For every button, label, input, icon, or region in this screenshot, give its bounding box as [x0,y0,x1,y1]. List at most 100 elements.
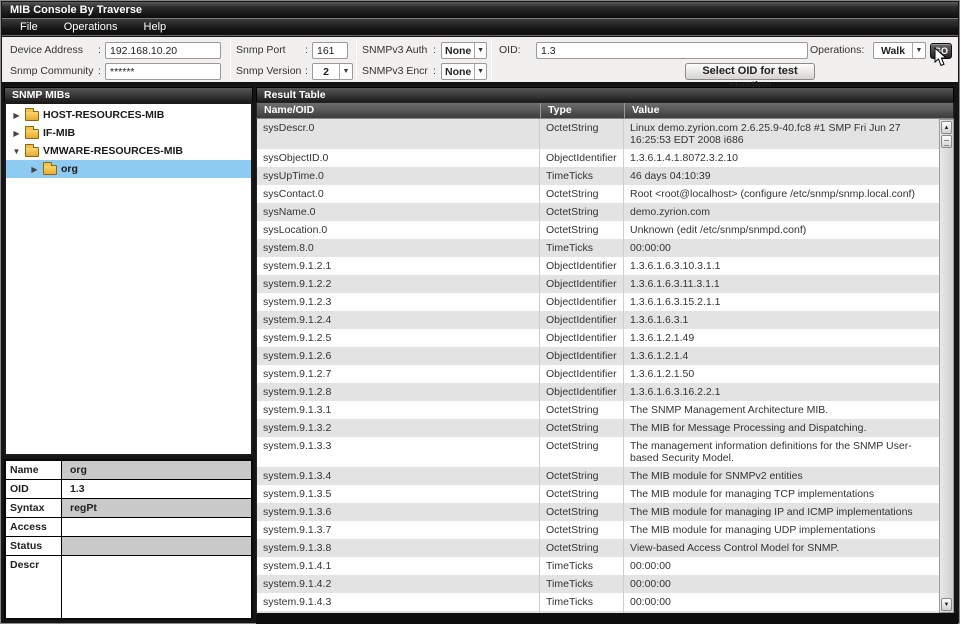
table-row[interactable]: system.9.1.2.8 ObjectIdentifier 1.3.6.1.… [257,383,939,401]
table-row[interactable]: sysUpTime.0 TimeTicks 46 days 04:10:39 [257,167,939,185]
column-value[interactable]: Value [625,103,953,118]
cell-name-oid: system.9.1.3.3 [257,437,540,467]
table-row[interactable]: sysName.0 OctetString demo.zyrion.com [257,203,939,221]
table-row[interactable]: system.9.1.3.7 OctetString The MIB modul… [257,521,939,539]
table-row[interactable]: sysDescr.0 OctetString Linux demo.zyrion… [257,119,939,149]
cell-type: ObjectIdentifier [540,347,624,365]
select-oid-button[interactable]: Select OID for test creation [685,63,815,80]
table-row[interactable]: system.9.1.3.6 OctetString The MIB modul… [257,503,939,521]
go-button[interactable]: GO [930,43,952,59]
scroll-up-button[interactable]: ▲ [941,121,952,134]
cell-type: ObjectIdentifier [540,275,624,293]
cell-value: 1.3.6.1.6.3.15.2.1.1 [624,293,939,311]
tree-item-label: IF-MIB [43,127,75,139]
table-row[interactable]: system.9.1.4.3 TimeTicks 00:00:00 [257,593,939,611]
table-row[interactable]: system.9.1.4.1 TimeTicks 00:00:00 [257,557,939,575]
title-bar: MIB Console By Traverse [2,2,958,18]
table-row[interactable]: system.9.1.2.7 ObjectIdentifier 1.3.6.1.… [257,365,939,383]
property-value [62,518,251,536]
snmp-community-input[interactable] [105,63,221,80]
folder-icon [25,111,39,121]
operations-value: Walk [874,45,912,57]
cell-name-oid: system.9.1.2.5 [257,329,540,347]
cell-type: OctetString [540,437,624,467]
operations-label: Operations: [810,42,864,59]
property-value: regPt [62,499,251,517]
menu-help[interactable]: Help [144,21,167,33]
expand-arrow-icon[interactable]: ▶ [12,129,21,138]
scrollbar-thumb[interactable] [941,135,952,148]
cell-name-oid: system.9.1.3.5 [257,485,540,503]
cell-type: OctetString [540,503,624,521]
cell-value: 00:00:00 [624,239,939,257]
cell-type: OctetString [540,221,624,239]
column-type[interactable]: Type [541,103,625,118]
expand-arrow-icon[interactable]: ▶ [30,165,39,174]
column-name-oid[interactable]: Name/OID [257,103,541,118]
cell-value: demo.zyrion.com [624,203,939,221]
tree-item[interactable]: ▼ VMWARE-RESOURCES-MIB [6,142,251,160]
tree-item-label: VMWARE-RESOURCES-MIB [43,145,183,157]
property-value: org [62,461,251,479]
cell-value: 46 days 04:10:39 [624,167,939,185]
scroll-down-button[interactable]: ▼ [941,598,952,611]
connection-form: Device Address : Snmp Community : Snmp P… [2,37,958,85]
cell-name-oid: system.9.1.3.6 [257,503,540,521]
snmpv3-encr-select[interactable]: None ▼ [441,63,487,80]
table-row[interactable]: system.8.0 TimeTicks 00:00:00 [257,239,939,257]
table-row[interactable]: system.9.1.3.2 OctetString The MIB for M… [257,419,939,437]
colon: : [98,42,101,59]
cell-name-oid: system.9.1.3.1 [257,401,540,419]
tree-item[interactable]: ▶ HOST-RESOURCES-MIB [6,106,251,124]
tree-item-label: HOST-RESOURCES-MIB [43,109,164,121]
colon: : [433,63,436,80]
tree-item[interactable]: ▶ org [6,160,251,178]
cell-value: 1.3.6.1.2.1.49 [624,329,939,347]
table-row[interactable]: system.9.1.2.6 ObjectIdentifier 1.3.6.1.… [257,347,939,365]
cell-type: ObjectIdentifier [540,383,624,401]
cell-value: View-based Access Control Model for SNMP… [624,539,939,557]
table-row[interactable]: system.9.1.2.2 ObjectIdentifier 1.3.6.1.… [257,275,939,293]
table-row[interactable]: sysObjectID.0 ObjectIdentifier 1.3.6.1.4… [257,149,939,167]
cell-name-oid: sysObjectID.0 [257,149,540,167]
snmpv3-auth-select[interactable]: None ▼ [441,42,487,59]
device-address-input[interactable] [105,42,221,59]
vertical-scrollbar[interactable]: ▲ ▼ [939,119,954,613]
operations-select[interactable]: Walk ▼ [873,42,926,59]
table-row[interactable]: system.9.1.3.3 OctetString The managemen… [257,437,939,467]
cell-type: ObjectIdentifier [540,149,624,167]
table-row[interactable]: system.9.1.2.5 ObjectIdentifier 1.3.6.1.… [257,329,939,347]
snmp-community-label: Snmp Community [10,63,93,80]
snmp-version-select[interactable]: 2 ▼ [312,63,353,80]
cell-type: OctetString [540,401,624,419]
menu-file[interactable]: File [20,21,38,33]
table-row[interactable]: sysContact.0 OctetString Root <root@loca… [257,185,939,203]
cell-name-oid: system.9.1.2.7 [257,365,540,383]
table-row[interactable]: system.9.1.4.2 TimeTicks 00:00:00 [257,575,939,593]
expand-arrow-icon[interactable]: ▶ [12,111,21,120]
cell-type: TimeTicks [540,575,624,593]
oid-input[interactable] [536,42,808,59]
table-row[interactable]: system.9.1.3.8 OctetString View-based Ac… [257,539,939,557]
result-table-column-header: Name/OID Type Value [256,102,954,119]
chevron-down-icon: ▼ [474,64,486,79]
table-row[interactable]: system.9.1.2.3 ObjectIdentifier 1.3.6.1.… [257,293,939,311]
table-row[interactable]: system.9.1.3.1 OctetString The SNMP Mana… [257,401,939,419]
table-row[interactable]: system.9.1.3.5 OctetString The MIB modul… [257,485,939,503]
menu-operations[interactable]: Operations [64,21,118,33]
properties-panel: Name org OID 1.3 Syntax regPt Access Sta… [4,459,253,620]
snmp-port-input[interactable] [312,42,348,59]
cell-value: The MIB for Message Processing and Dispa… [624,419,939,437]
cell-type: OctetString [540,185,624,203]
table-row[interactable]: sysLocation.0 OctetString Unknown (edit … [257,221,939,239]
tree-item[interactable]: ▶ IF-MIB [6,124,251,142]
cell-value: 1.3.6.1.2.1.50 [624,365,939,383]
table-row[interactable]: system.9.1.3.4 OctetString The MIB modul… [257,467,939,485]
expand-arrow-icon[interactable]: ▼ [12,147,21,156]
table-row[interactable]: system.9.1.2.1 ObjectIdentifier 1.3.6.1.… [257,257,939,275]
table-row[interactable]: system.9.1.2.4 ObjectIdentifier 1.3.6.1.… [257,311,939,329]
cell-type: TimeTicks [540,593,624,611]
cell-value: 1.3.6.1.6.3.16.2.2.1 [624,383,939,401]
mib-tree: ▶ HOST-RESOURCES-MIB ▶ IF-MIB ▼ VMWARE-R… [4,102,253,456]
colon: : [305,63,308,80]
